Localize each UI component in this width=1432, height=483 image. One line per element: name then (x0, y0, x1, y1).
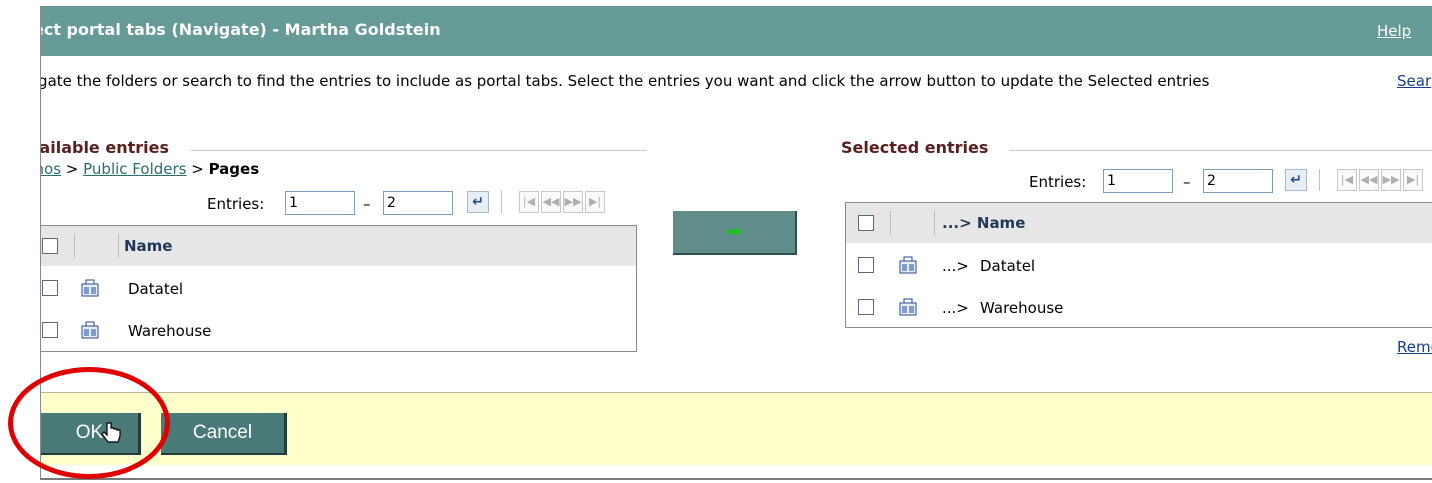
row-checkbox[interactable] (858, 299, 874, 315)
breadcrumb-separator: > (61, 160, 84, 178)
page-icon (81, 279, 99, 297)
row-checkbox[interactable] (42, 322, 58, 338)
page-icon (899, 256, 917, 274)
row-checkbox[interactable] (42, 280, 58, 296)
column-separator (890, 211, 891, 235)
remove-link[interactable]: Remo (1397, 338, 1432, 356)
select-all-checkbox[interactable] (42, 238, 58, 254)
selected-entries-list: ...> Name ...> Datatel ...> Warehouse (845, 202, 1432, 328)
toolbar-separator (1319, 169, 1320, 191)
highlight-circle (8, 367, 170, 479)
page-icon (81, 321, 99, 339)
row-label: Warehouse (128, 322, 212, 340)
cancel-button[interactable]: Cancel (161, 413, 287, 455)
arrow-right-icon: ➡ (725, 219, 743, 243)
previous-page-icon[interactable]: ◀◀ (1359, 169, 1379, 191)
available-entries-title: vailable entries (40, 138, 169, 157)
go-enter-icon[interactable]: ↵ (467, 191, 489, 213)
entries-to-input[interactable] (383, 191, 453, 215)
next-page-icon[interactable]: ▶▶ (1381, 169, 1401, 191)
column-separator (934, 211, 935, 235)
row-label: Warehouse (980, 299, 1064, 317)
select-all-checkbox[interactable] (858, 215, 874, 231)
dialog-frame: ect portal tabs (Navigate) - Martha Gold… (40, 6, 1432, 480)
column-separator (118, 234, 119, 258)
last-page-icon[interactable]: ▶| (585, 191, 605, 213)
breadcrumb-current: Pages (208, 160, 260, 178)
breadcrumb-separator: > (186, 160, 209, 178)
title-bar: ect portal tabs (Navigate) - Martha Gold… (41, 6, 1432, 56)
entries-dash: – (1183, 173, 1191, 191)
selected-entries-title: Selected entries (841, 138, 989, 157)
group-divider (1009, 150, 1432, 151)
row-path-prefix: ...> (942, 257, 969, 275)
entries-dash: – (363, 195, 371, 213)
row-label: Datatel (980, 257, 1036, 275)
entries-label: Entries: (207, 195, 265, 213)
breadcrumb-public-folders-link[interactable]: Public Folders (83, 160, 186, 178)
breadcrumb-root-link[interactable]: gnos (41, 160, 61, 178)
next-page-icon[interactable]: ▶▶ (563, 191, 583, 213)
breadcrumb: gnos > Public Folders > Pages (41, 160, 260, 178)
entries-from-input[interactable] (285, 191, 355, 215)
toolbar-separator (501, 191, 502, 213)
entries-from-input[interactable] (1103, 169, 1173, 193)
column-separator (74, 234, 75, 258)
entries-label: Entries: (1029, 173, 1087, 191)
first-page-icon[interactable]: |◀ (519, 191, 539, 213)
name-column-header[interactable]: ...> Name (942, 214, 1025, 232)
instructions-text: vigate the folders or search to find the… (40, 72, 1210, 90)
list-header: Name (41, 226, 636, 266)
help-link[interactable]: Help (1377, 22, 1411, 40)
dialog-footer: OK Cancel (41, 392, 1432, 465)
go-enter-icon[interactable]: ↵ (1285, 169, 1307, 191)
previous-page-icon[interactable]: ◀◀ (541, 191, 561, 213)
available-entries-list: Name Datatel Warehouse (41, 225, 637, 352)
name-column-header[interactable]: Name (124, 237, 172, 255)
list-header: ...> Name (846, 203, 1432, 243)
search-link[interactable]: Sear (1397, 72, 1431, 90)
row-path-prefix: ...> (942, 299, 969, 317)
add-to-selected-button[interactable]: ➡ (673, 211, 797, 255)
row-label: Datatel (128, 280, 184, 298)
first-page-icon[interactable]: |◀ (1337, 169, 1357, 191)
entries-to-input[interactable] (1203, 169, 1273, 193)
dialog-title: ect portal tabs (Navigate) - Martha Gold… (40, 20, 441, 39)
page-icon (899, 298, 917, 316)
row-checkbox[interactable] (858, 257, 874, 273)
group-divider (191, 150, 647, 151)
last-page-icon[interactable]: ▶| (1403, 169, 1423, 191)
